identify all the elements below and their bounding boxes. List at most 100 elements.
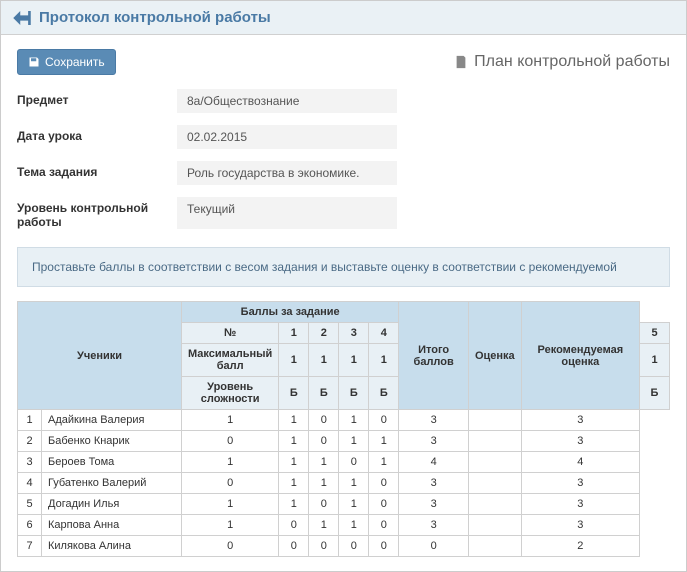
row-num: 2 (18, 431, 42, 452)
score-cell[interactable]: 0 (339, 452, 369, 473)
diff-val-3: Б (369, 377, 399, 410)
row-num: 6 (18, 515, 42, 536)
subject-value: 8а/Обществознание (177, 89, 397, 113)
row-num: 7 (18, 536, 42, 557)
total-cell: 3 (399, 410, 469, 431)
table-row: 7Килякова Алина0000002 (18, 536, 670, 557)
max-val-3: 1 (369, 344, 399, 377)
score-cell[interactable]: 1 (339, 494, 369, 515)
score-cell[interactable]: 0 (369, 536, 399, 557)
grade-cell[interactable] (468, 515, 521, 536)
score-cell[interactable]: 0 (309, 494, 339, 515)
save-button[interactable]: Сохранить (17, 49, 116, 75)
diff-label: Уровень сложности (182, 377, 279, 410)
score-cell[interactable]: 1 (309, 515, 339, 536)
score-cell[interactable]: 1 (309, 452, 339, 473)
diff-val-2: Б (339, 377, 369, 410)
max-val-0: 1 (279, 344, 309, 377)
rec-cell: 3 (521, 515, 639, 536)
score-cell[interactable]: 0 (339, 536, 369, 557)
table-row: 2Бабенко Кнарик0101133 (18, 431, 670, 452)
plan-link[interactable]: План контрольной работы (454, 53, 670, 71)
grade-cell[interactable] (468, 473, 521, 494)
table-row: 5Догадин Илья1101033 (18, 494, 670, 515)
score-cell[interactable]: 0 (369, 494, 399, 515)
student-name: Карпова Анна (42, 515, 182, 536)
score-cell[interactable]: 1 (339, 410, 369, 431)
score-cell[interactable]: 1 (279, 494, 309, 515)
total-cell: 3 (399, 431, 469, 452)
score-cell[interactable]: 1 (279, 410, 309, 431)
total-cell: 4 (399, 452, 469, 473)
level-value: Текущий (177, 197, 397, 229)
scores-table: Ученики Баллы за задание Итого баллов Оц… (17, 301, 670, 557)
page-title: Протокол контрольной работы (39, 9, 271, 26)
task-num-4: 5 (640, 323, 670, 344)
score-cell[interactable]: 1 (339, 431, 369, 452)
save-icon (28, 56, 40, 68)
student-name: Бабенко Кнарик (42, 431, 182, 452)
level-label: Уровень контрольной работы (17, 197, 177, 229)
max-label: Максимальный балл (182, 344, 279, 377)
max-val-2: 1 (339, 344, 369, 377)
rec-cell: 3 (521, 431, 639, 452)
max-val-1: 1 (309, 344, 339, 377)
table-row: 3Бероев Тома1110144 (18, 452, 670, 473)
col-scores: Баллы за задание (182, 302, 399, 323)
score-cell[interactable]: 0 (182, 536, 279, 557)
grade-cell[interactable] (468, 494, 521, 515)
student-name: Килякова Алина (42, 536, 182, 557)
max-val-4: 1 (640, 344, 670, 377)
diff-val-1: Б (309, 377, 339, 410)
date-label: Дата урока (17, 125, 177, 149)
table-row: 4Губатенко Валерий0111033 (18, 473, 670, 494)
col-grade: Оценка (468, 302, 521, 410)
score-cell[interactable]: 1 (369, 452, 399, 473)
score-cell[interactable]: 0 (182, 473, 279, 494)
score-cell[interactable]: 0 (309, 536, 339, 557)
student-name: Догадин Илья (42, 494, 182, 515)
score-cell[interactable]: 0 (309, 431, 339, 452)
score-cell[interactable]: 1 (339, 473, 369, 494)
rec-cell: 3 (521, 410, 639, 431)
score-cell[interactable]: 1 (182, 410, 279, 431)
rec-cell: 3 (521, 473, 639, 494)
task-num-1: 2 (309, 323, 339, 344)
total-cell: 0 (399, 536, 469, 557)
score-cell[interactable]: 1 (339, 515, 369, 536)
date-value: 02.02.2015 (177, 125, 397, 149)
diff-val-4: Б (640, 377, 670, 410)
student-name: Губатенко Валерий (42, 473, 182, 494)
table-row: 1Адайкина Валерия1101033 (18, 410, 670, 431)
score-cell[interactable]: 1 (182, 494, 279, 515)
rec-cell: 2 (521, 536, 639, 557)
score-cell[interactable]: 1 (369, 431, 399, 452)
task-num-3: 4 (369, 323, 399, 344)
score-cell[interactable]: 0 (309, 410, 339, 431)
grade-cell[interactable] (468, 536, 521, 557)
score-cell[interactable]: 0 (369, 515, 399, 536)
grade-cell[interactable] (468, 431, 521, 452)
task-num-0: 1 (279, 323, 309, 344)
score-cell[interactable]: 1 (309, 473, 339, 494)
total-cell: 3 (399, 473, 469, 494)
score-cell[interactable]: 1 (279, 473, 309, 494)
score-cell[interactable]: 1 (182, 452, 279, 473)
score-cell[interactable]: 0 (182, 431, 279, 452)
table-row: 6Карпова Анна1011033 (18, 515, 670, 536)
score-cell[interactable]: 1 (279, 452, 309, 473)
score-cell[interactable]: 0 (279, 515, 309, 536)
back-arrow-icon[interactable] (13, 10, 31, 26)
task-num-label: № (182, 323, 279, 344)
rec-cell: 4 (521, 452, 639, 473)
grade-cell[interactable] (468, 452, 521, 473)
score-cell[interactable]: 0 (369, 410, 399, 431)
diff-val-0: Б (279, 377, 309, 410)
score-cell[interactable]: 1 (279, 431, 309, 452)
score-cell[interactable]: 0 (279, 536, 309, 557)
score-cell[interactable]: 0 (369, 473, 399, 494)
document-icon (454, 55, 468, 69)
student-name: Бероев Тома (42, 452, 182, 473)
grade-cell[interactable] (468, 410, 521, 431)
score-cell[interactable]: 1 (182, 515, 279, 536)
